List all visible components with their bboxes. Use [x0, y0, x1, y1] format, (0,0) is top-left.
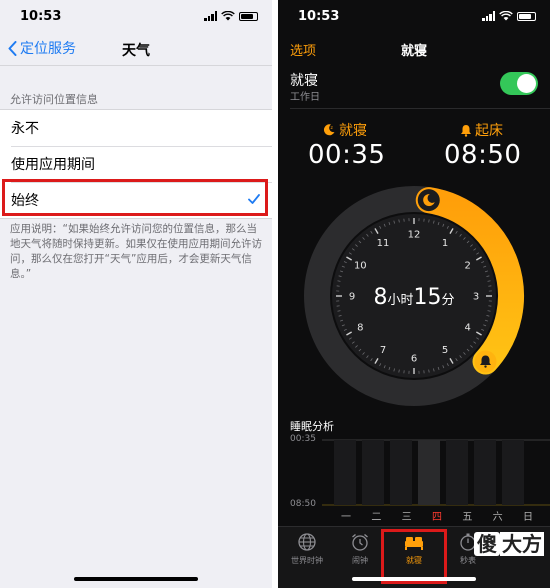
divider: [290, 108, 550, 109]
watermark-logo: 傻 大方: [474, 532, 544, 556]
svg-text:z: z: [331, 126, 334, 131]
cellular-signal-icon: [204, 11, 217, 21]
day-column: [362, 440, 384, 505]
settings-screen: 10:53 定位服务 天气 允许访问位置信息 永不 使用应用期间 始终 应用说明…: [0, 0, 272, 588]
bedtime-schedule: 工作日: [290, 92, 320, 103]
option-never[interactable]: 永不: [0, 110, 272, 146]
bell-icon: [461, 124, 471, 137]
app-explanation: 应用说明：“如果始终允许访问您的位置信息，那么当地天气将随时保持更新。如果仅在使…: [10, 223, 262, 280]
dial-number-2: 2: [465, 261, 471, 272]
moon-icon: z: [323, 124, 335, 136]
dial-number-5: 5: [442, 345, 448, 356]
analysis-bottom-label: 08:50: [290, 499, 316, 509]
dial-number-9: 9: [349, 292, 355, 303]
dial-number-3: 3: [473, 292, 479, 303]
toggle-knob: [517, 74, 536, 93]
cellular-signal-icon: [482, 11, 495, 21]
day-label: 五: [462, 512, 473, 523]
status-time: 10:53: [20, 9, 62, 24]
bedtime-screen: 10:53 选项 就寝 就寝 工作日 z 就寝 00:35 起床 08:50 1…: [278, 0, 550, 588]
dial-number-10: 10: [354, 261, 367, 272]
day-label: 六: [492, 512, 503, 523]
day-column: [390, 440, 412, 505]
day-label: 二: [371, 512, 382, 523]
highlight-box: [381, 529, 447, 584]
wake-handle[interactable]: [474, 350, 497, 373]
status-time: 10:53: [298, 9, 340, 24]
status-bar: 10:53: [0, 0, 272, 34]
option-while-using[interactable]: 使用应用期间: [0, 146, 272, 182]
sleep-time[interactable]: 00:35: [308, 140, 385, 170]
sleep-dial: 12 1 2 3 4 5 6 7 8 9 10 11 8小时15分: [304, 186, 524, 406]
tab-world-clock[interactable]: 世界时钟: [280, 532, 334, 566]
day-column: [474, 440, 496, 505]
sleep-label: z 就寝: [322, 120, 367, 140]
nav-divider: [0, 65, 272, 66]
dial-number-4: 4: [465, 323, 471, 334]
page-title: 就寝: [400, 44, 427, 59]
bedtime-toggle[interactable]: [500, 72, 538, 95]
battery-icon: [239, 11, 258, 21]
wifi-icon: [499, 11, 513, 21]
wake-time[interactable]: 08:50: [444, 140, 521, 170]
wifi-icon: [221, 11, 235, 21]
day-column: [446, 440, 468, 505]
tab-alarm[interactable]: 闹钟: [333, 532, 387, 566]
bedtime-title: 就寝: [290, 73, 318, 89]
day-label: 一: [341, 512, 351, 523]
home-indicator: [74, 577, 198, 581]
dial-number-11: 11: [377, 238, 390, 249]
globe-icon: [298, 533, 316, 551]
day-label: 日: [522, 512, 533, 523]
option-label: 永不: [11, 121, 39, 137]
page-title: 天气: [122, 43, 150, 59]
dial-number-7: 7: [380, 345, 386, 356]
day-column: [334, 440, 356, 505]
alarm-clock-icon: [352, 533, 368, 551]
day-column: [418, 440, 440, 505]
dial-number-12: 12: [408, 230, 421, 241]
home-indicator: [352, 577, 476, 581]
day-column: [502, 440, 524, 505]
wake-label: 起床: [460, 120, 503, 140]
dial-number-8: 8: [357, 323, 363, 334]
day-label-today: 四: [431, 512, 442, 523]
day-label: 三: [401, 512, 412, 523]
option-label: 使用应用期间: [11, 157, 95, 173]
sleep-analysis-chart: [322, 439, 550, 506]
battery-icon: [517, 11, 536, 21]
status-bar: 10:53: [278, 0, 550, 34]
highlight-box: [2, 179, 268, 216]
dial-number-1: 1: [442, 238, 448, 249]
weekday-labels: 一 二 三 四 五 六 日: [336, 508, 546, 523]
analysis-top-label: 00:35: [290, 434, 316, 444]
sleep-handle[interactable]: [417, 189, 440, 212]
section-header: 允许访问位置信息: [10, 93, 98, 106]
dial-number-6: 6: [411, 354, 417, 365]
nav-bar: 定位服务 天气: [0, 34, 272, 64]
